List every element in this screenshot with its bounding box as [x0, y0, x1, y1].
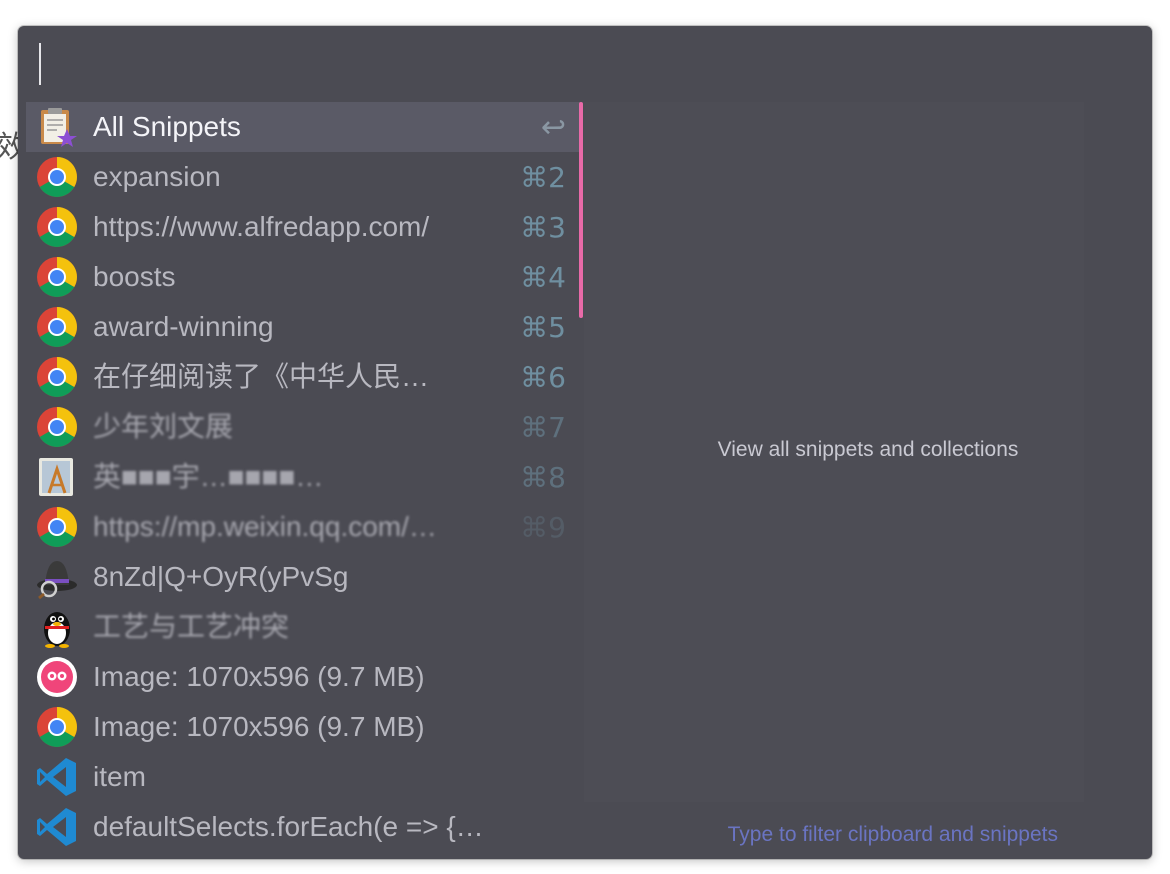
- result-title: award-winning: [93, 311, 274, 342]
- vscode-icon: [37, 758, 76, 796]
- result-title: 8nZd|Q+OyR(yPvSg: [93, 561, 349, 592]
- result-title: https://mp.weixin.qq.com/…: [93, 511, 437, 542]
- alfred-hat-icon: [37, 561, 77, 599]
- result-item[interactable]: 在仔细阅读了《中华人民… ⌘6: [26, 352, 580, 402]
- clipboard-star-icon: [41, 108, 77, 147]
- shortcut-label: ⌘8: [520, 461, 566, 494]
- chrome-icon: [37, 307, 77, 347]
- result-title: 工艺与工艺冲突: [93, 611, 290, 642]
- shortcut-label: ⌘7: [520, 411, 566, 444]
- filter-hint: Type to filter clipboard and snippets: [727, 823, 1058, 846]
- result-item[interactable]: 少年刘文展 ⌘7: [26, 402, 580, 452]
- shortcut-label: ⌘4: [520, 261, 566, 294]
- chrome-icon: [37, 257, 77, 297]
- result-item[interactable]: 工艺与工艺冲突: [26, 602, 580, 652]
- xcode-instruments-icon: [39, 458, 73, 496]
- qq-penguin-icon: [44, 612, 70, 648]
- chrome-icon: [37, 357, 77, 397]
- owl-app-icon: [37, 657, 77, 697]
- result-item[interactable]: item: [26, 752, 580, 802]
- results-list: All Snippets ↩ expansion ⌘2 https://www.…: [26, 102, 580, 859]
- result-item[interactable]: https://mp.weixin.qq.com/… ⌘9: [26, 502, 580, 552]
- result-title: defaultSelects.forEach(e => {…: [93, 811, 484, 842]
- result-item-all-snippets[interactable]: All Snippets ↩: [26, 102, 580, 152]
- chrome-icon: [37, 707, 77, 747]
- chrome-icon: [37, 407, 77, 447]
- preview-pane: View all snippets and collections: [584, 102, 1084, 802]
- result-title: https://www.alfredapp.com/: [93, 211, 430, 242]
- result-item[interactable]: 英■■■宇…■■■■… ⌘8: [26, 452, 580, 502]
- result-title: 少年刘文展: [93, 411, 234, 442]
- shortcut-label: ⌘2: [520, 161, 566, 194]
- text-caret: [39, 43, 41, 85]
- chrome-icon: [37, 507, 77, 547]
- clipboard-history-window: All Snippets ↩ expansion ⌘2 https://www.…: [18, 26, 1152, 859]
- results-scrollbar[interactable]: [579, 102, 583, 318]
- result-title: 在仔细阅读了《中华人民…: [93, 361, 430, 392]
- result-item[interactable]: 8nZd|Q+OyR(yPvSg: [26, 552, 580, 602]
- result-item[interactable]: award-winning ⌘5: [26, 302, 580, 352]
- shortcut-label: ⌘9: [520, 511, 566, 544]
- result-item[interactable]: expansion ⌘2: [26, 152, 580, 202]
- result-title: boosts: [93, 261, 176, 292]
- preview-text: View all snippets and collections: [717, 438, 1019, 461]
- chrome-icon: [37, 157, 77, 197]
- result-title: item: [93, 761, 146, 792]
- vscode-icon: [37, 808, 76, 846]
- result-title: 英■■■宇…■■■■…: [93, 461, 324, 492]
- result-title: Image: 1070x596 (9.7 MB): [93, 711, 425, 742]
- search-input[interactable]: [32, 40, 1144, 90]
- return-key-hint: ↩: [540, 110, 566, 145]
- result-title: All Snippets: [93, 111, 241, 142]
- shortcut-label: ⌘3: [520, 211, 566, 244]
- shortcut-label: ⌘6: [520, 361, 566, 394]
- result-item[interactable]: https://www.alfredapp.com/ ⌘3: [26, 202, 580, 252]
- chrome-icon: [37, 207, 77, 247]
- result-title: Image: 1070x596 (9.7 MB): [93, 661, 425, 692]
- shortcut-label: ⌘5: [520, 311, 566, 344]
- result-item[interactable]: Image: 1070x596 (9.7 MB): [26, 652, 580, 702]
- result-item[interactable]: boosts ⌘4: [26, 252, 580, 302]
- result-item[interactable]: defaultSelects.forEach(e => {…: [26, 802, 580, 852]
- result-item[interactable]: Image: 1070x596 (9.7 MB): [26, 702, 580, 752]
- result-title: expansion: [93, 161, 221, 192]
